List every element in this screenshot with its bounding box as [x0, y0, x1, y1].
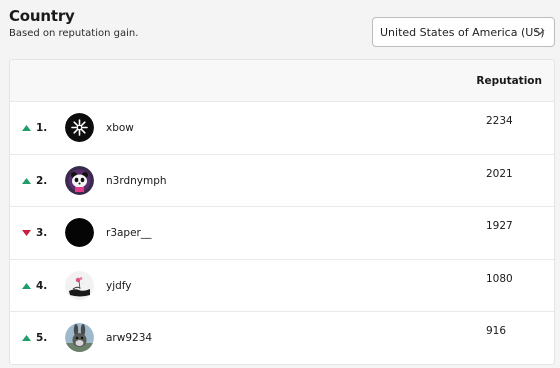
- table-row[interactable]: 1. xbow 2234: [10, 102, 554, 155]
- rank-number: 4.: [36, 279, 48, 292]
- page-header: Country Based on reputation gain.: [9, 7, 138, 39]
- black-avatar[interactable]: [65, 218, 94, 247]
- username-link[interactable]: n3rdnymph: [106, 175, 167, 187]
- page-title: Country: [9, 7, 75, 25]
- panda-avatar[interactable]: [65, 165, 94, 195]
- username-link[interactable]: xbow: [106, 122, 134, 134]
- rank-number: 1.: [36, 122, 48, 134]
- trend-up-icon: [22, 282, 31, 289]
- table-row[interactable]: 3. r3aper__ 1927: [10, 207, 554, 260]
- rank-number: 3.: [36, 227, 48, 239]
- username-link[interactable]: arw9234: [106, 332, 152, 344]
- ink-painting-avatar[interactable]: [65, 270, 94, 300]
- rank-number: 5.: [36, 332, 48, 344]
- table-header: Reputation: [10, 60, 554, 102]
- country-select[interactable]: United States of America (US): [372, 17, 555, 47]
- trend-up-icon: [22, 177, 31, 184]
- chevron-down-icon: [535, 29, 545, 35]
- reputation-value: 2234: [486, 115, 513, 127]
- trend-down-icon: [22, 230, 31, 236]
- table-row[interactable]: 4. yjdfy 1080: [10, 260, 554, 312]
- rank-number: 2.: [36, 174, 48, 187]
- reputation-value: 1080: [486, 272, 513, 285]
- xbow-logo-avatar[interactable]: [65, 113, 94, 142]
- table-row[interactable]: 5. arw9234 916: [10, 312, 554, 364]
- rabbit-avatar[interactable]: [65, 323, 94, 352]
- country-select-value: United States of America (US): [380, 25, 545, 39]
- trend-up-icon: [22, 335, 31, 341]
- username-link[interactable]: r3aper__: [106, 227, 151, 239]
- leaderboard-table: Reputation 1. xbow 2234 2. n3rdnymph 202…: [9, 59, 555, 365]
- page-subtitle: Based on reputation gain.: [9, 28, 139, 39]
- reputation-value: 2021: [486, 167, 513, 180]
- reputation-value: 916: [486, 325, 507, 337]
- column-header-reputation: Reputation: [476, 75, 542, 87]
- table-row[interactable]: 2. n3rdnymph 2021: [10, 155, 554, 207]
- username-link[interactable]: yjdfy: [106, 280, 132, 292]
- trend-up-icon: [22, 125, 31, 131]
- reputation-value: 1927: [486, 220, 513, 232]
